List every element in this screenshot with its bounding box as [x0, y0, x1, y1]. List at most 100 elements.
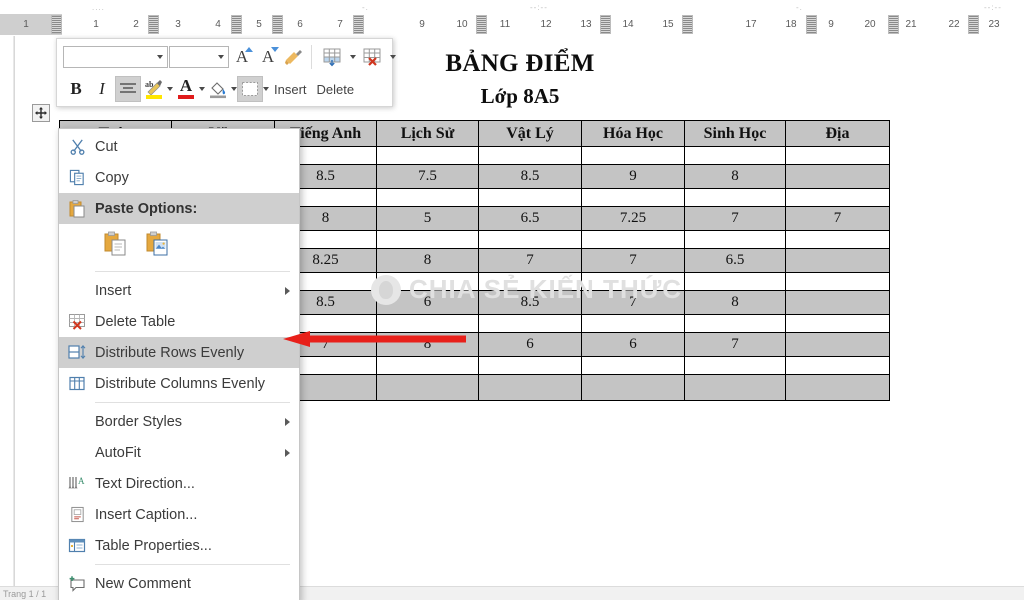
ruler-tab-stop[interactable]: [888, 15, 899, 34]
ruler-tab-stop[interactable]: [272, 15, 283, 34]
font-family-combobox[interactable]: [63, 46, 168, 68]
italic-button[interactable]: I: [89, 76, 115, 102]
table-cell[interactable]: 5: [377, 207, 479, 231]
new-comment-icon: [59, 568, 95, 599]
delete-cells-button[interactable]: [356, 44, 390, 70]
borders-button[interactable]: [237, 76, 263, 102]
shrink-font-button[interactable]: A: [255, 44, 281, 70]
context-menu-item-text-direction[interactable]: A Text Direction...: [59, 468, 299, 499]
table-cell[interactable]: [582, 375, 685, 401]
border-styles-blank-icon: [59, 406, 95, 437]
context-menu-item-new-comment[interactable]: New Comment: [59, 568, 299, 599]
paste-picture-icon[interactable]: [145, 231, 171, 261]
shading-button[interactable]: [205, 76, 231, 102]
table-cell[interactable]: [786, 291, 890, 315]
horizontal-ruler[interactable]: .... -. --:-- -. --:-- 1 1 2 3 4 5 6 7 9…: [0, 0, 1024, 36]
spacer-cell: [377, 357, 479, 375]
text-highlight-button[interactable]: ab: [141, 76, 167, 102]
table-cell[interactable]: [685, 375, 786, 401]
chevron-right-icon: [285, 449, 290, 457]
context-menu-item-autofit[interactable]: AutoFit: [59, 437, 299, 468]
table-cell[interactable]: 7.5: [377, 165, 479, 189]
ruler-tick: 9: [818, 14, 844, 35]
ruler-tab-stop[interactable]: [51, 15, 62, 34]
context-menu-item-border-styles[interactable]: Border Styles: [59, 406, 299, 437]
table-cell[interactable]: [786, 165, 890, 189]
bold-button[interactable]: B: [63, 76, 89, 102]
context-menu-label: Copy: [95, 170, 129, 186]
ruler-tab-stop[interactable]: [353, 15, 364, 34]
context-menu-label: Distribute Rows Evenly: [95, 345, 244, 361]
ruler-tick: 15: [650, 14, 686, 35]
table-cell[interactable]: 6: [377, 291, 479, 315]
context-menu-item-copy[interactable]: Copy: [59, 162, 299, 193]
table-cell[interactable]: 8: [685, 165, 786, 189]
context-menu-item-table-properties[interactable]: Table Properties...: [59, 530, 299, 561]
table-cell[interactable]: 7: [582, 291, 685, 315]
table-cell[interactable]: 8: [377, 249, 479, 273]
svg-text:A: A: [78, 476, 85, 486]
paste-options-row[interactable]: [59, 224, 299, 268]
insert-cells-button[interactable]: [316, 44, 350, 70]
table-move-handle[interactable]: [32, 104, 50, 122]
insert-button-label[interactable]: Insert: [269, 82, 312, 97]
context-menu-item-delete-table[interactable]: Delete Table: [59, 306, 299, 337]
table-cell[interactable]: 7: [479, 249, 582, 273]
spacer-cell: [479, 315, 582, 333]
text-direction-icon: A: [59, 468, 95, 499]
table-cell[interactable]: [377, 375, 479, 401]
ghost-mark: ....: [92, 3, 105, 12]
ruler-tab-stop[interactable]: [476, 15, 487, 34]
table-cell[interactable]: 7: [582, 249, 685, 273]
table-cell[interactable]: 7: [685, 333, 786, 357]
table-cell[interactable]: [786, 249, 890, 273]
shading-bucket-icon: [208, 79, 228, 99]
delete-dropdown-caret-icon[interactable]: [390, 55, 396, 59]
font-color-button[interactable]: A: [173, 76, 199, 102]
column-header-sinh-hoc: Sinh Học: [685, 121, 786, 147]
paste-keep-formatting-icon[interactable]: [103, 231, 129, 261]
table-cell[interactable]: [786, 375, 890, 401]
format-painter-button[interactable]: [281, 44, 307, 70]
table-cell[interactable]: 9: [582, 165, 685, 189]
grow-font-button[interactable]: A: [229, 44, 255, 70]
table-cell[interactable]: 6.5: [685, 249, 786, 273]
distribute-rows-icon: [59, 337, 95, 368]
ruler-tab-stop[interactable]: [682, 15, 693, 34]
ruler-tab-stop[interactable]: [600, 15, 611, 34]
ruler-band[interactable]: 1 1 2 3 4 5 6 7 9 10 11 12 13 14 15 17 1…: [0, 14, 1024, 35]
mini-formatting-toolbar[interactable]: A A: [56, 38, 393, 107]
ruler-tick: 20: [852, 14, 888, 35]
ruler-tick: 23: [976, 14, 1012, 35]
annotation-arrow-icon: [280, 330, 470, 350]
context-menu-item-insert-caption[interactable]: Insert Caption...: [59, 499, 299, 530]
table-cell[interactable]: 7: [685, 207, 786, 231]
context-menu-item-insert[interactable]: Insert: [59, 275, 299, 306]
ruler-tick: 1: [8, 14, 44, 35]
table-cell[interactable]: 6.5: [479, 207, 582, 231]
table-cell[interactable]: 8.5: [479, 291, 582, 315]
ruler-tab-stop[interactable]: [806, 15, 817, 34]
caret-down-icon: [271, 47, 279, 53]
table-cell[interactable]: 6: [582, 333, 685, 357]
delete-button-label[interactable]: Delete: [312, 82, 360, 97]
align-center-button[interactable]: [115, 76, 141, 102]
table-cell[interactable]: 7: [786, 207, 890, 231]
table-cell[interactable]: 8: [685, 291, 786, 315]
table-cell[interactable]: 6: [479, 333, 582, 357]
ruler-tab-stop[interactable]: [968, 15, 979, 34]
ruler-tab-stop[interactable]: [148, 15, 159, 34]
vertical-ruler[interactable]: [0, 36, 14, 586]
context-menu-label: New Comment: [95, 576, 191, 592]
table-cell[interactable]: [479, 375, 582, 401]
table-cell[interactable]: [786, 333, 890, 357]
table-context-menu[interactable]: Cut Copy Paste Options:: [58, 128, 300, 600]
context-menu-item-cut[interactable]: Cut: [59, 131, 299, 162]
table-cell[interactable]: 8.5: [479, 165, 582, 189]
context-menu-label: Insert: [95, 283, 131, 299]
context-menu-item-distribute-columns-evenly[interactable]: Distribute Columns Evenly: [59, 368, 299, 399]
font-size-combobox[interactable]: [169, 46, 229, 68]
table-cell[interactable]: 7.25: [582, 207, 685, 231]
ruler-tab-stop[interactable]: [231, 15, 242, 34]
context-menu-item-distribute-rows-evenly[interactable]: Distribute Rows Evenly: [59, 337, 299, 368]
